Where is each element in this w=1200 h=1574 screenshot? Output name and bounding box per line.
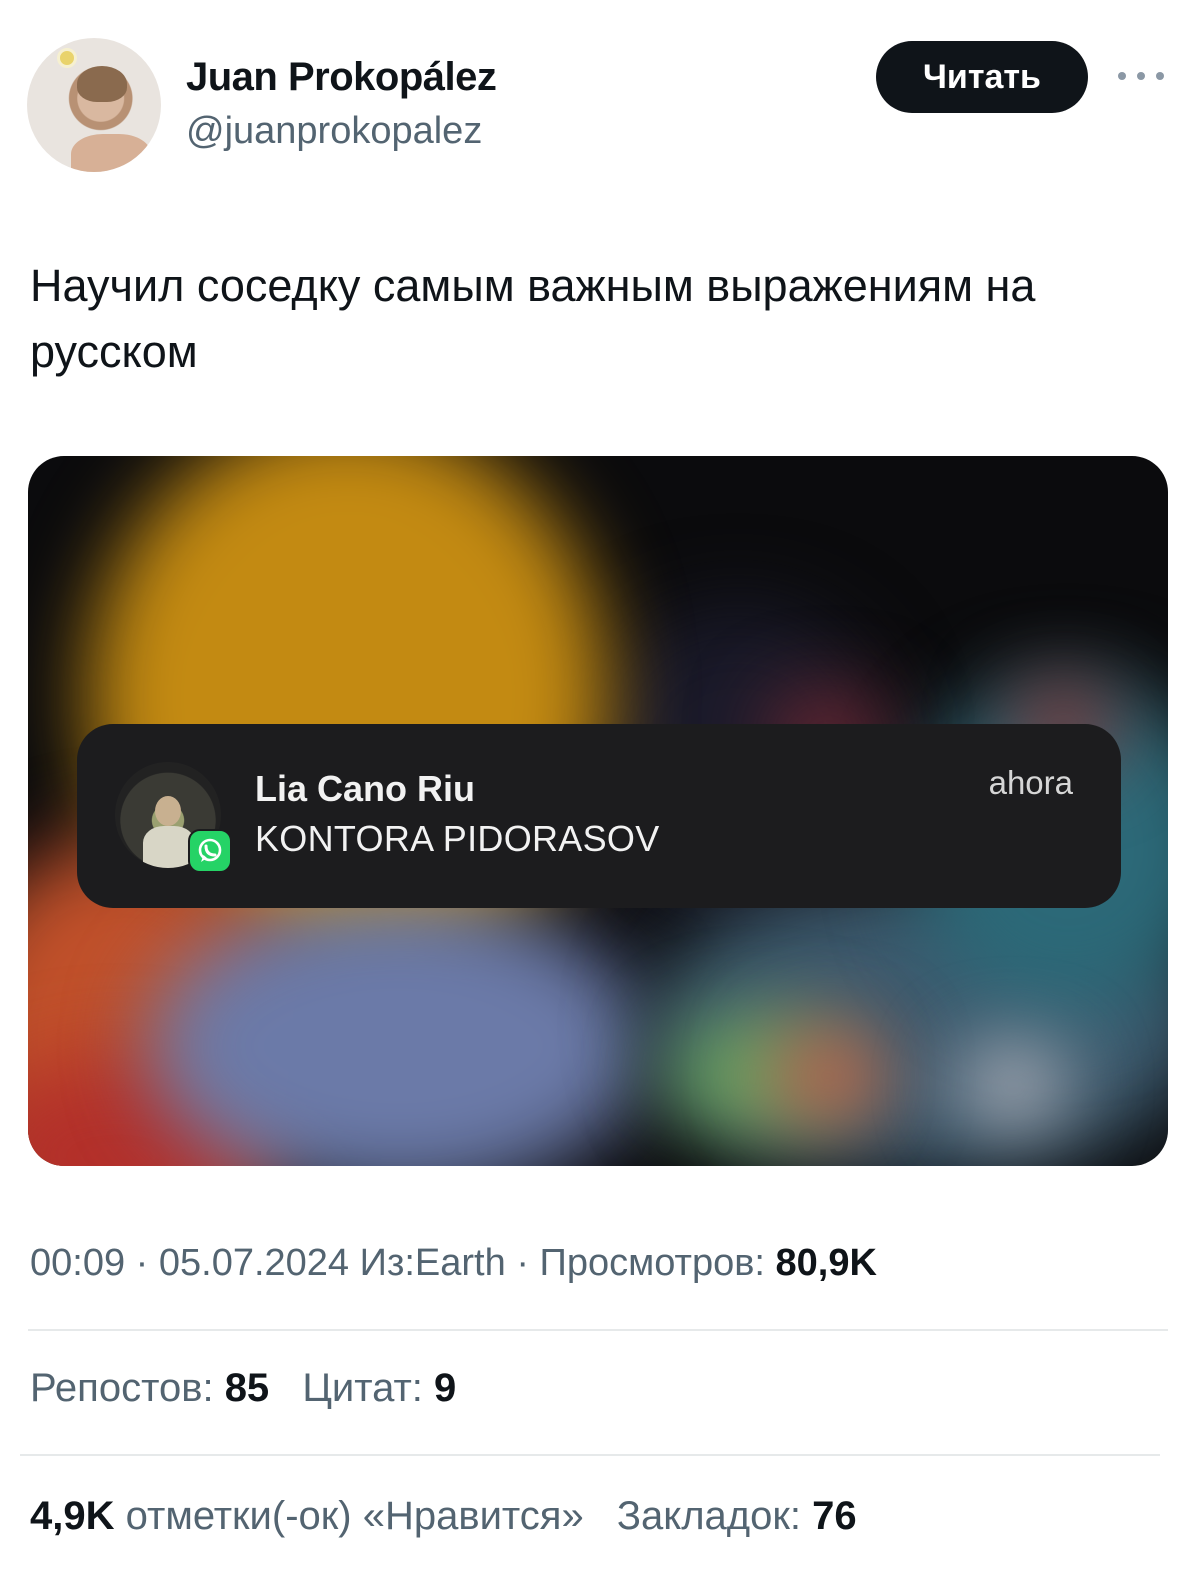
tweet-media-image[interactable]: Lia Cano Riu KONTORA PIDORASOV ahora <box>28 456 1168 1166</box>
divider <box>28 1329 1168 1331</box>
sender-face <box>155 796 181 826</box>
whatsapp-icon <box>188 829 232 873</box>
quotes-count: 9 <box>434 1366 457 1410</box>
blur-background <box>958 1046 1068 1126</box>
reposts-stat[interactable]: Репостов: 85 <box>30 1366 269 1410</box>
meta-separator: · <box>516 1242 529 1284</box>
quotes-stat[interactable]: Цитат: 9 <box>302 1366 456 1410</box>
more-dots-icon[interactable] <box>1118 64 1164 88</box>
avatar-flower <box>57 48 77 68</box>
stats-row-reposts: Репостов: 85 Цитат: 9 <box>30 1366 456 1411</box>
tweet-source: Из:Earth <box>359 1242 506 1284</box>
tweet-text: Научил соседку самым важным выражениям н… <box>30 260 1036 377</box>
views-count: 80,9K <box>775 1242 877 1284</box>
tweet-header: Juan Prokopález @juanprokopalez Читать <box>0 0 1200 200</box>
notification-message: KONTORA PIDORASOV <box>255 818 660 859</box>
notification-time: ahora <box>988 764 1073 801</box>
notification-banner: Lia Cano Riu KONTORA PIDORASOV ahora <box>77 724 1121 908</box>
avatar-body <box>71 134 151 172</box>
whatsapp-glyph <box>198 838 222 862</box>
author-avatar[interactable] <box>27 38 161 172</box>
more-dot <box>1118 72 1126 80</box>
bookmarks-stat[interactable]: Закладок: 76 <box>617 1494 857 1538</box>
bookmarks-label: Закладок: <box>616 1494 801 1538</box>
notification-sender: Lia Cano Riu <box>255 768 476 809</box>
more-dot <box>1156 72 1164 80</box>
reposts-count: 85 <box>224 1366 270 1410</box>
stats-row-likes: 4,9K отметки(-ок) «Нравится» Закладок: 7… <box>30 1494 857 1539</box>
divider <box>20 1454 1160 1456</box>
avatar-hair <box>77 66 127 102</box>
follow-button[interactable]: Читать <box>876 41 1088 113</box>
views-label: Просмотров: <box>539 1242 765 1284</box>
blur-background <box>768 1026 888 1126</box>
tweet-date[interactable]: 05.07.2024 <box>159 1242 349 1284</box>
quotes-label: Цитат: <box>302 1366 423 1410</box>
reposts-label: Репостов: <box>30 1366 214 1410</box>
author-name[interactable]: Juan Prokopález <box>186 55 497 100</box>
more-dot <box>1137 72 1145 80</box>
bookmarks-count: 76 <box>812 1494 857 1538</box>
tweet-meta: 00:09 · 05.07.2024 Из:Earth · Просмотров… <box>30 1242 877 1285</box>
tweet-time[interactable]: 00:09 <box>30 1242 125 1284</box>
meta-separator: · <box>135 1242 149 1284</box>
likes-stat[interactable]: 4,9K отметки(-ок) «Нравится» <box>30 1494 584 1538</box>
likes-count: 4,9K <box>30 1494 115 1538</box>
likes-label: отметки(-ок) «Нравится» <box>125 1494 584 1538</box>
author-handle[interactable]: @juanprokopalez <box>186 110 482 153</box>
